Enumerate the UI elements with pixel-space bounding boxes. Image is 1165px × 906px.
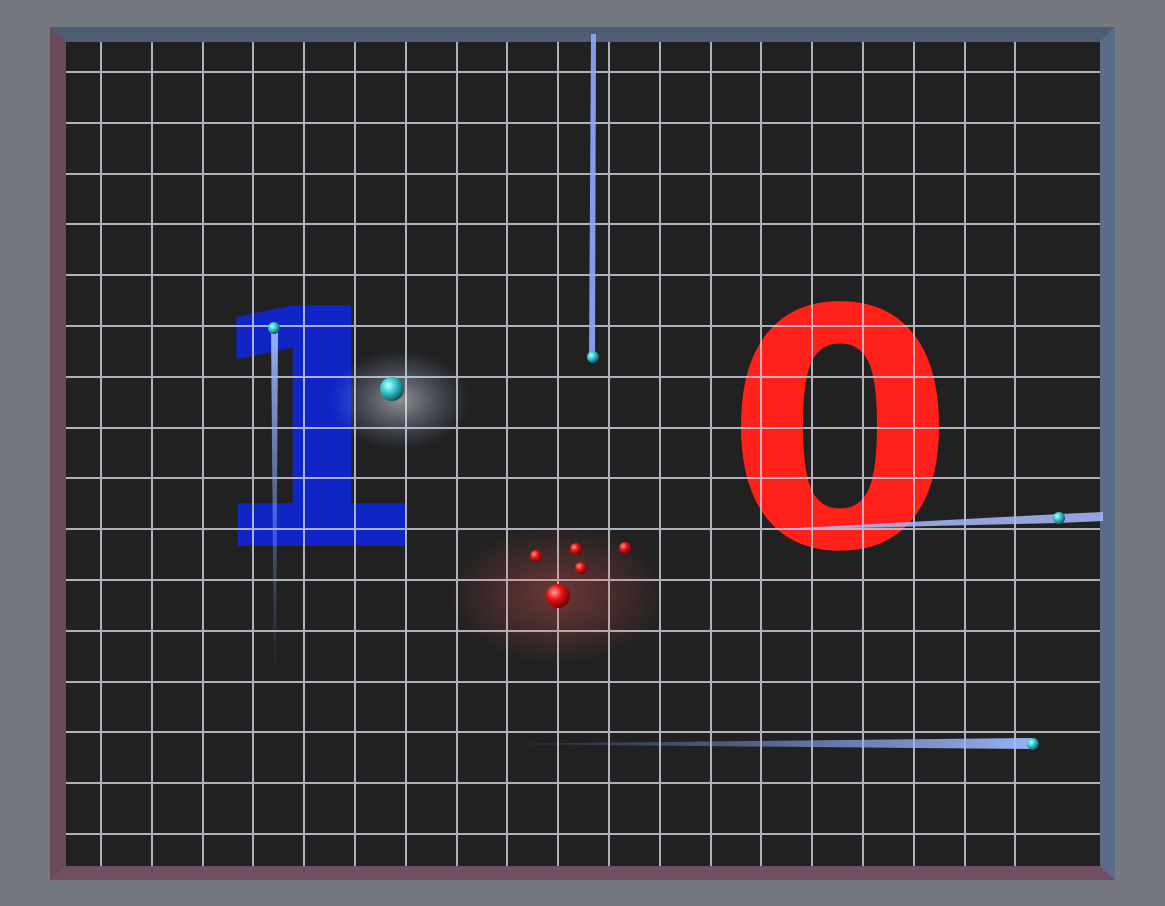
blue-projectile-ball — [1027, 738, 1039, 750]
blue-projectile-ball — [1053, 512, 1065, 524]
blue-projectile-ball — [587, 351, 599, 363]
red-score-digit: 0 — [725, 240, 955, 624]
red-projectile-ball — [575, 562, 587, 574]
frame-left — [50, 27, 66, 880]
red-projectile-ball — [619, 542, 631, 554]
frame-right — [1100, 27, 1115, 880]
blue-player-ball[interactable] — [380, 377, 404, 401]
blue-glow — [330, 350, 470, 450]
red-projectile-ball — [530, 550, 542, 562]
blue-projectile-ball — [268, 322, 280, 334]
frame-bottom — [50, 866, 1115, 880]
game-scene[interactable]: 1 0 — [0, 0, 1165, 906]
frame-top — [50, 27, 1115, 42]
red-projectile-ball — [570, 543, 582, 555]
red-player-ball[interactable] — [546, 584, 570, 608]
